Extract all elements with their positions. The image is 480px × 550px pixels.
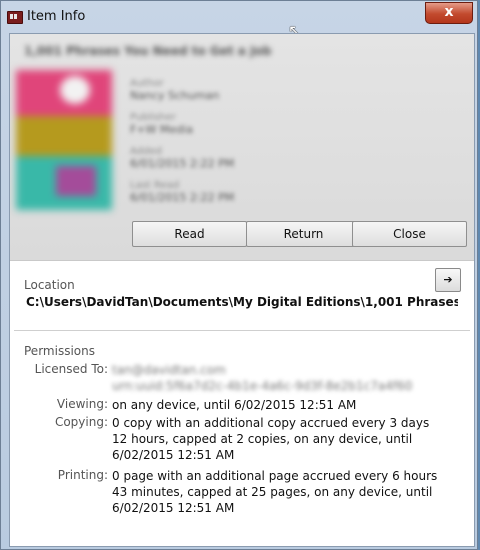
- meta-publisher-value: F+W Media: [130, 123, 193, 136]
- app-icon: [7, 11, 23, 24]
- licensed-to-value: tan@davidtan.com: [112, 363, 226, 377]
- return-button[interactable]: Return: [246, 221, 361, 247]
- meta-added-value: 6/01/2015 2:22 PM: [130, 157, 235, 170]
- read-button[interactable]: Read: [132, 221, 247, 247]
- book-cover-image: [16, 70, 112, 210]
- meta-last-read: Last Read 6/01/2015 2:22 PM: [130, 180, 234, 204]
- meta-last-read-label: Last Read: [130, 180, 180, 191]
- meta-publisher-label: Publisher: [130, 112, 176, 123]
- close-button[interactable]: Close: [352, 221, 467, 247]
- permissions-label: Permissions: [24, 344, 95, 358]
- meta-author-value: Nancy Schuman: [130, 89, 220, 102]
- window-close-button[interactable]: x: [425, 2, 473, 24]
- licensed-urn-value: urn:uuid:5f6a7d2c-4b1e-4a6c-9d3f-8e2b1c7…: [112, 379, 413, 393]
- printing-label: Printing:: [57, 468, 108, 482]
- open-location-button[interactable]: ➔: [435, 268, 461, 292]
- location-label: Location: [24, 278, 75, 292]
- meta-last-read-value: 6/01/2015 2:22 PM: [130, 191, 235, 204]
- item-info-window: Item Info x ↖ 1,001 Phrases You Need to …: [0, 0, 478, 550]
- viewing-label: Viewing:: [56, 397, 108, 411]
- copying-value: 0 copy with an additional copy accrued e…: [112, 416, 430, 462]
- location-path: C:\Users\DavidTan\Documents\My Digital E…: [26, 295, 458, 309]
- book-title: 1,001 Phrases You Need to Get a Job: [24, 44, 272, 58]
- meta-added: Added 6/01/2015 2:22 PM: [130, 146, 234, 170]
- section-divider: [14, 330, 470, 331]
- meta-publisher: Publisher F+W Media: [130, 112, 193, 136]
- content-area: 1,001 Phrases You Need to Get a Job Auth…: [9, 33, 475, 547]
- arrow-right-icon: ➔: [443, 273, 453, 286]
- window-title: Item Info: [27, 9, 86, 24]
- meta-added-label: Added: [130, 146, 162, 157]
- meta-author: Author Nancy Schuman: [130, 78, 219, 102]
- viewing-value: on any device, until 6/02/2015 12:51 AM: [112, 398, 357, 412]
- copying-label: Copying:: [54, 415, 108, 429]
- licensed-to-label: Licensed To:: [34, 362, 108, 376]
- book-summary-panel: 1,001 Phrases You Need to Get a Job Auth…: [10, 34, 474, 261]
- title-bar[interactable]: Item Info x: [1, 1, 477, 35]
- meta-author-label: Author: [130, 78, 164, 89]
- printing-value: 0 page with an additional page accrued e…: [112, 469, 438, 515]
